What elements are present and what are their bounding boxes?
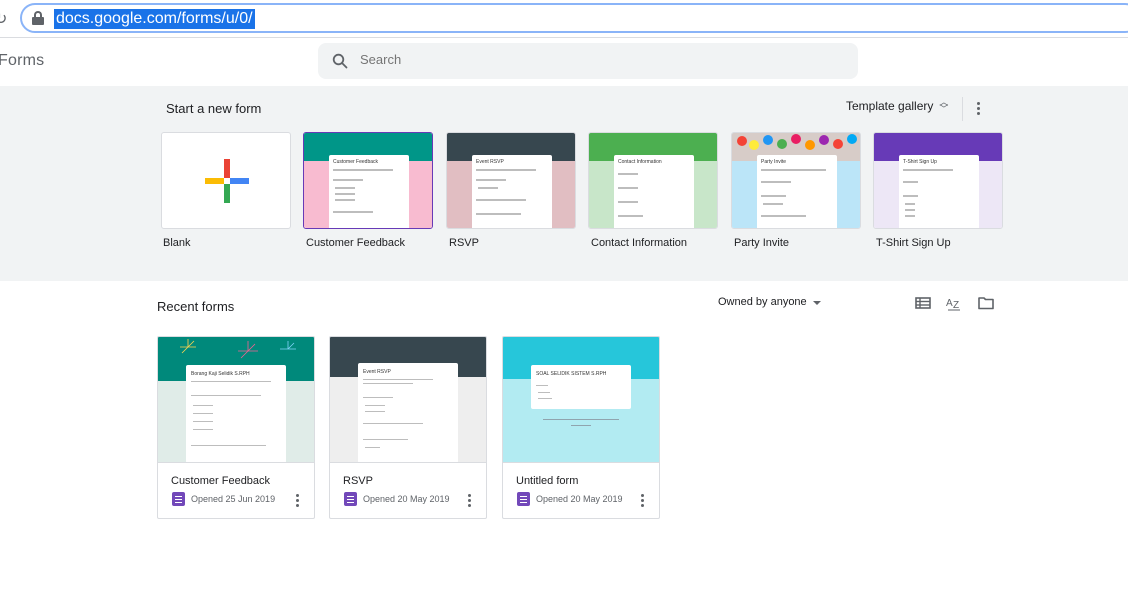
form-card-title: SOAL SELIDIK SISTEM S.RPH xyxy=(536,371,607,377)
recent-form-title[interactable]: Untitled form xyxy=(516,475,578,487)
template-card-title: Customer Feedback xyxy=(333,159,379,165)
template-contact-information[interactable]: Contact Information xyxy=(588,132,718,229)
folder-icon[interactable] xyxy=(977,294,995,312)
recent-form-title[interactable]: Customer Feedback xyxy=(171,475,270,487)
section-title-recent: Recent forms xyxy=(157,299,235,314)
template-gallery-label: Template gallery xyxy=(846,99,934,113)
search-icon[interactable] xyxy=(332,53,348,69)
recent-form-card[interactable]: Event RSVP RSVP Opened 20 May 2019 xyxy=(329,336,487,519)
opened-date: Opened 20 May 2019 xyxy=(536,494,623,504)
more-vert-icon[interactable] xyxy=(636,494,648,507)
opened-date: Opened 25 Jun 2019 xyxy=(191,494,276,504)
reload-icon[interactable]: ↻ xyxy=(0,9,7,29)
template-form-card: Contact Information xyxy=(614,155,694,228)
template-rsvp[interactable]: Event RSVP xyxy=(446,132,576,229)
search-input[interactable] xyxy=(360,52,840,67)
owner-filter-dropdown[interactable]: Owned by anyone xyxy=(718,296,821,308)
template-form-card: Customer Feedback xyxy=(329,155,409,228)
template-label[interactable]: Blank xyxy=(163,237,191,249)
google-forms-icon xyxy=(344,492,357,506)
divider xyxy=(962,97,963,121)
google-forms-icon xyxy=(172,492,185,506)
browser-bar: ↻ docs.google.com/forms/u/0/ xyxy=(0,0,1128,38)
section-title-start-new: Start a new form xyxy=(166,101,262,116)
template-label[interactable]: T-Shirt Sign Up xyxy=(876,237,951,249)
app-title[interactable]: Forms xyxy=(0,52,44,70)
form-thumbnail: Event RSVP xyxy=(330,337,486,463)
template-label[interactable]: RSVP xyxy=(449,237,479,249)
template-customer-feedback[interactable]: Customer Feedback xyxy=(303,132,433,229)
template-card-title: Contact Information xyxy=(618,159,662,165)
form-card-preview: Borang Kaji Selidik S.RPH xyxy=(186,365,286,462)
list-view-icon[interactable] xyxy=(914,294,932,312)
template-blank[interactable] xyxy=(161,132,291,229)
form-thumbnail: SOAL SELIDIK SISTEM S.RPH xyxy=(503,337,659,463)
more-vert-icon[interactable] xyxy=(972,102,984,115)
search-bar[interactable] xyxy=(318,43,858,79)
template-form-card: T-Shirt Sign Up xyxy=(899,155,979,228)
template-card-title: Party Invite xyxy=(761,159,787,165)
template-gallery-button[interactable]: Template gallery ︿ ﹀ xyxy=(846,97,949,114)
template-label[interactable]: Customer Feedback xyxy=(306,237,405,249)
template-party-invite[interactable]: Party Invite xyxy=(731,132,861,229)
svg-text:A: A xyxy=(946,298,953,309)
plus-icon xyxy=(205,159,249,203)
template-form-card: Event RSVP xyxy=(472,155,552,228)
unfold-arrows-icon: ︿ ﹀ xyxy=(939,97,949,114)
template-card-title: T-Shirt Sign Up xyxy=(903,159,937,165)
form-card-title: Event RSVP xyxy=(363,369,391,375)
form-card-title: Borang Kaji Selidik S.RPH xyxy=(191,371,250,377)
sort-az-icon[interactable]: A Z xyxy=(945,294,963,312)
url-text[interactable]: docs.google.com/forms/u/0/ xyxy=(54,9,255,29)
recent-form-card[interactable]: SOAL SELIDIK SISTEM S.RPH Untitled form … xyxy=(502,336,660,519)
form-thumbnail: Borang Kaji Selidik S.RPH xyxy=(158,337,314,463)
recent-form-title[interactable]: RSVP xyxy=(343,475,373,487)
template-label[interactable]: Party Invite xyxy=(734,237,789,249)
form-card-preview: SOAL SELIDIK SISTEM S.RPH xyxy=(531,365,631,409)
opened-date: Opened 20 May 2019 xyxy=(363,494,450,504)
google-forms-icon xyxy=(517,492,530,506)
more-vert-icon[interactable] xyxy=(291,494,303,507)
lock-icon[interactable] xyxy=(32,11,44,25)
template-form-card: Party Invite xyxy=(757,155,837,228)
address-bar[interactable]: docs.google.com/forms/u/0/ xyxy=(20,3,1128,33)
template-card-title: Event RSVP xyxy=(476,159,504,165)
more-vert-icon[interactable] xyxy=(463,494,475,507)
owner-filter-label: Owned by anyone xyxy=(718,296,807,308)
template-label[interactable]: Contact Information xyxy=(591,237,687,249)
svg-text:Z: Z xyxy=(953,300,959,311)
template-tshirt-sign-up[interactable]: T-Shirt Sign Up xyxy=(873,132,1003,229)
recent-form-card[interactable]: Borang Kaji Selidik S.RPH Customer Feedb… xyxy=(157,336,315,519)
form-card-preview: Event RSVP xyxy=(358,363,458,462)
caret-down-icon xyxy=(812,301,821,305)
